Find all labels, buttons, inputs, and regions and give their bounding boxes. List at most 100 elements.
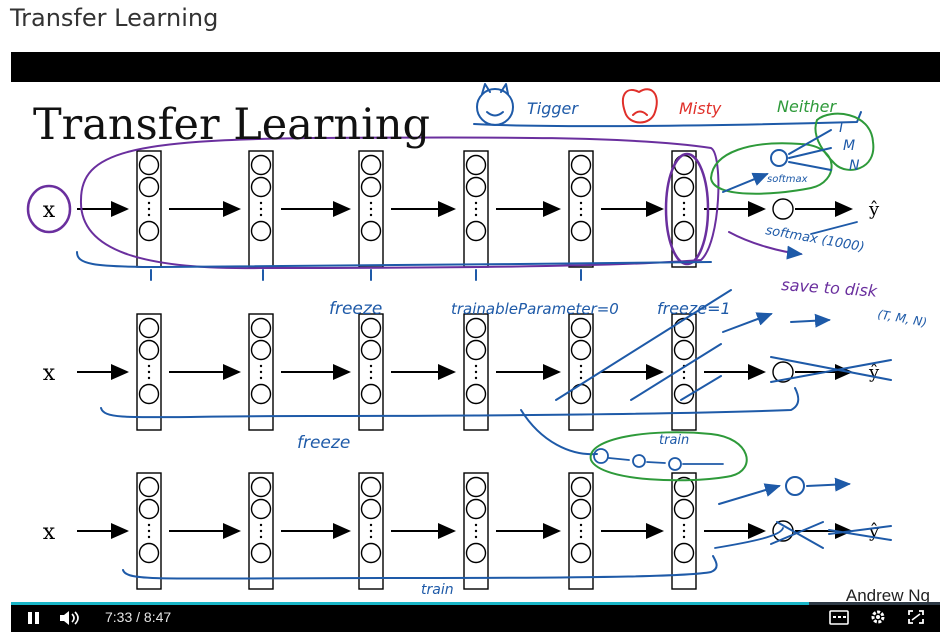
neuron-circle xyxy=(138,383,160,405)
captions-icon[interactable] xyxy=(829,610,849,626)
neuron-dot xyxy=(259,370,263,374)
tigger-label: Tigger xyxy=(527,99,579,118)
neuron-dot xyxy=(369,523,373,527)
trainable-parameter-label: trainableParameter=0 xyxy=(451,300,619,318)
neither-label: Neither xyxy=(777,97,838,116)
freeze-label-row1: freeze xyxy=(329,299,382,319)
neuron-dot xyxy=(259,529,263,533)
freeze-label-row2: freeze xyxy=(297,433,350,453)
neuron-dot xyxy=(259,207,263,211)
neuron-dot xyxy=(147,523,151,527)
input-x-label: x xyxy=(43,361,56,386)
neuron-dot xyxy=(579,364,583,368)
train-label-row2: train xyxy=(659,433,689,448)
neuron-dot xyxy=(474,213,478,217)
page-title: Transfer Learning xyxy=(10,4,219,32)
y-hat-label: ŷ xyxy=(868,199,880,220)
neuron-dot xyxy=(369,364,373,368)
neuron-circle xyxy=(138,220,160,242)
neuron-circle xyxy=(250,476,272,498)
settings-gear-icon[interactable] xyxy=(869,608,887,626)
softmax-output-m: M xyxy=(843,138,855,154)
neuron-circle xyxy=(360,154,382,176)
time-separator: / xyxy=(132,609,144,625)
neuron-dot xyxy=(682,207,686,211)
neuron-dot xyxy=(369,201,373,205)
neuron-dot xyxy=(259,376,263,380)
neuron-dot xyxy=(474,201,478,205)
neuron-dot xyxy=(474,207,478,211)
neuron-dot xyxy=(259,535,263,539)
neuron-dot xyxy=(579,370,583,374)
time-display: 7:33 / 8:47 xyxy=(105,609,171,625)
neuron-dot xyxy=(147,201,151,205)
neuron-circle xyxy=(360,317,382,339)
neuron-dot xyxy=(579,529,583,533)
neuron-dot xyxy=(682,213,686,217)
neuron-dot xyxy=(474,535,478,539)
neuron-circle xyxy=(673,498,695,520)
save-to-disk-label: save to disk xyxy=(781,275,879,301)
neuron-dot xyxy=(369,213,373,217)
volume-icon[interactable] xyxy=(59,610,83,626)
neuron-circle xyxy=(360,339,382,361)
slide-drawing: x ŷx ŷx ŷ Tigger Misty NeitherTMNsoftmax… xyxy=(26,83,928,598)
neuron-dot xyxy=(474,364,478,368)
neuron-circle xyxy=(570,339,592,361)
presenter-name: Andrew Ng xyxy=(845,586,930,602)
neuron-circle xyxy=(570,154,592,176)
neuron-circle xyxy=(570,317,592,339)
video-frame[interactable]: xŷxŷxŷ Tigger Misty Neither T M N softma… xyxy=(11,82,940,602)
neuron-dot xyxy=(147,370,151,374)
input-x-label: x xyxy=(43,520,56,545)
neuron-circle xyxy=(673,542,695,564)
neuron-circle xyxy=(570,220,592,242)
neuron-circle xyxy=(138,542,160,564)
neuron-circle xyxy=(570,542,592,564)
misty-label: Misty xyxy=(679,99,722,118)
neuron-dot xyxy=(369,370,373,374)
neuron-circle xyxy=(465,176,487,198)
neuron-circle xyxy=(673,317,695,339)
neuron-circle xyxy=(570,176,592,198)
neuron-circle xyxy=(250,154,272,176)
neuron-circle xyxy=(673,220,695,242)
video-player[interactable]: xŷxŷxŷ Tigger Misty Neither T M N softma… xyxy=(11,52,940,632)
neuron-dot xyxy=(682,201,686,205)
neuron-dot xyxy=(682,376,686,380)
fullscreen-icon[interactable] xyxy=(907,609,925,625)
player-controls: 7:33 / 8:47 xyxy=(11,602,940,632)
output-node xyxy=(772,198,794,220)
neuron-dot xyxy=(682,535,686,539)
progress-bar[interactable] xyxy=(11,602,940,605)
y-hat-label: ŷ xyxy=(868,362,880,383)
neuron-circle xyxy=(138,476,160,498)
current-time: 7:33 xyxy=(105,609,133,625)
neuron-dot xyxy=(474,529,478,533)
neuron-circle xyxy=(673,176,695,198)
neuron-circle xyxy=(138,176,160,198)
neuron-circle xyxy=(360,542,382,564)
neuron-dot xyxy=(579,207,583,211)
neuron-circle xyxy=(250,339,272,361)
neuron-circle xyxy=(673,339,695,361)
neuron-dot xyxy=(259,364,263,368)
softmax-output-n: N xyxy=(849,158,860,174)
neuron-dot xyxy=(147,213,151,217)
neuron-circle xyxy=(250,498,272,520)
softmax-output-t: T xyxy=(837,120,847,136)
neuron-dot xyxy=(369,207,373,211)
neuron-dot xyxy=(474,376,478,380)
freeze-equals-label: freeze=1 xyxy=(657,299,731,318)
neuron-dot xyxy=(147,364,151,368)
neuron-dot xyxy=(369,529,373,533)
neuron-circle xyxy=(360,498,382,520)
neuron-dot xyxy=(369,376,373,380)
neuron-dot xyxy=(682,529,686,533)
neuron-circle xyxy=(570,498,592,520)
neuron-circle xyxy=(465,339,487,361)
neuron-dot xyxy=(147,529,151,533)
pause-icon[interactable] xyxy=(27,611,41,625)
duration: 8:47 xyxy=(143,609,172,625)
neuron-circle xyxy=(570,476,592,498)
